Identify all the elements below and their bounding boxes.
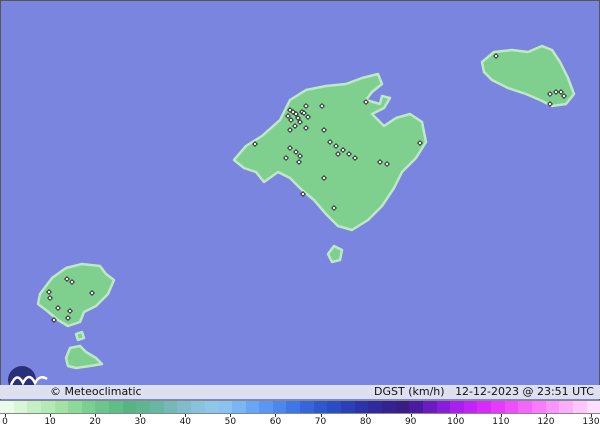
- color-scale-step: [259, 401, 273, 413]
- scale-tick-label: 0: [2, 417, 8, 427]
- scale-tick-label: 100: [447, 417, 465, 427]
- scale-tick-mark: [455, 414, 457, 417]
- brand-label: © Meteoclimatic: [50, 385, 142, 398]
- color-scale-step: [327, 401, 342, 413]
- scale-tick-label: 60: [269, 417, 282, 427]
- color-scale-step: [395, 401, 410, 413]
- color-scale-step: [545, 401, 560, 413]
- scale-tick-label: 90: [404, 417, 417, 427]
- color-scale-step: [190, 401, 205, 413]
- color-scale-step: [313, 401, 328, 413]
- color-scale-step: [450, 401, 464, 413]
- color-scale-step: [122, 401, 137, 413]
- color-scale-step: [163, 401, 178, 413]
- variable-label: DGST (km/h): [374, 385, 445, 398]
- scale-tick-mark: [185, 414, 187, 417]
- color-scale-step: [422, 401, 437, 413]
- scale-tick-mark: [545, 414, 547, 417]
- color-scale-step: [368, 401, 382, 413]
- scale-tick-label: 40: [179, 417, 192, 427]
- scale-tick-mark: [410, 414, 412, 417]
- scale-tick-label: 30: [134, 417, 146, 427]
- scale-tick-mark: [230, 414, 232, 417]
- timestamp-label: 12-12-2023 @ 23:51 UTC: [455, 385, 594, 398]
- color-scale-step: [109, 401, 123, 413]
- scale-tick-mark: [95, 414, 97, 417]
- scale-tick-mark: [50, 414, 52, 417]
- color-scale-step: [586, 401, 600, 413]
- color-scale-step: [559, 401, 573, 413]
- color-scale-step: [81, 401, 96, 413]
- color-scale-step: [341, 401, 355, 413]
- color-scale-step: [477, 401, 492, 413]
- color-scale-step: [381, 401, 396, 413]
- color-scale-step: [286, 401, 301, 413]
- color-scale-step: [531, 401, 546, 413]
- color-scale-step: [572, 401, 587, 413]
- color-scale-step: [354, 401, 369, 413]
- scale-tick-mark: [591, 414, 592, 417]
- color-scale-step: [491, 401, 505, 413]
- scale-tick-label: 110: [492, 417, 510, 427]
- scale-tick-mark: [5, 414, 6, 417]
- scale-tick-mark: [320, 414, 322, 417]
- color-scale-step: [231, 401, 246, 413]
- scale-tick-label: 130: [582, 417, 600, 427]
- scale-tick-label: 20: [89, 417, 101, 427]
- scale-tick-mark: [275, 414, 277, 417]
- scale-tick-label: 10: [44, 417, 56, 427]
- scale-tick-label: 80: [359, 417, 372, 427]
- color-scale-step: [68, 401, 82, 413]
- color-scale-step: [204, 401, 219, 413]
- color-scale-step: [463, 401, 478, 413]
- scale-tick-label: 70: [314, 417, 327, 427]
- color-scale-step: [245, 401, 260, 413]
- color-scale-step: [218, 401, 232, 413]
- color-scale-step: [300, 401, 314, 413]
- color-scale-step: [40, 401, 55, 413]
- color-scale-step: [13, 401, 28, 413]
- color-scale-ticks: 0 10 20 30 40 50 60 70 80 90 100 110 120 130: [0, 414, 600, 435]
- weather-map: [0, 0, 600, 435]
- color-scale-step: [136, 401, 151, 413]
- scale-tick-mark: [140, 414, 142, 417]
- color-scale-step: [504, 401, 519, 413]
- color-scale-step: [150, 401, 164, 413]
- color-scale-step: [0, 401, 14, 413]
- color-scale-step: [177, 401, 191, 413]
- color-scale-step: [54, 401, 69, 413]
- scale-tick-label: 50: [224, 417, 237, 427]
- scale-tick-mark: [365, 414, 367, 417]
- color-scale-step: [27, 401, 41, 413]
- islet-espalmador: [74, 330, 86, 342]
- color-scale-step: [436, 401, 451, 413]
- color-scale-step: [518, 401, 532, 413]
- color-scale-step: [409, 401, 423, 413]
- scale-tick-label: 120: [537, 417, 555, 427]
- color-scale-step: [95, 401, 110, 413]
- scale-tick-mark: [500, 414, 502, 417]
- color-scale-step: [272, 401, 287, 413]
- map-info: DGST (km/h) 12-12-2023 @ 23:51 UTC: [374, 385, 594, 399]
- color-scale: [0, 400, 600, 414]
